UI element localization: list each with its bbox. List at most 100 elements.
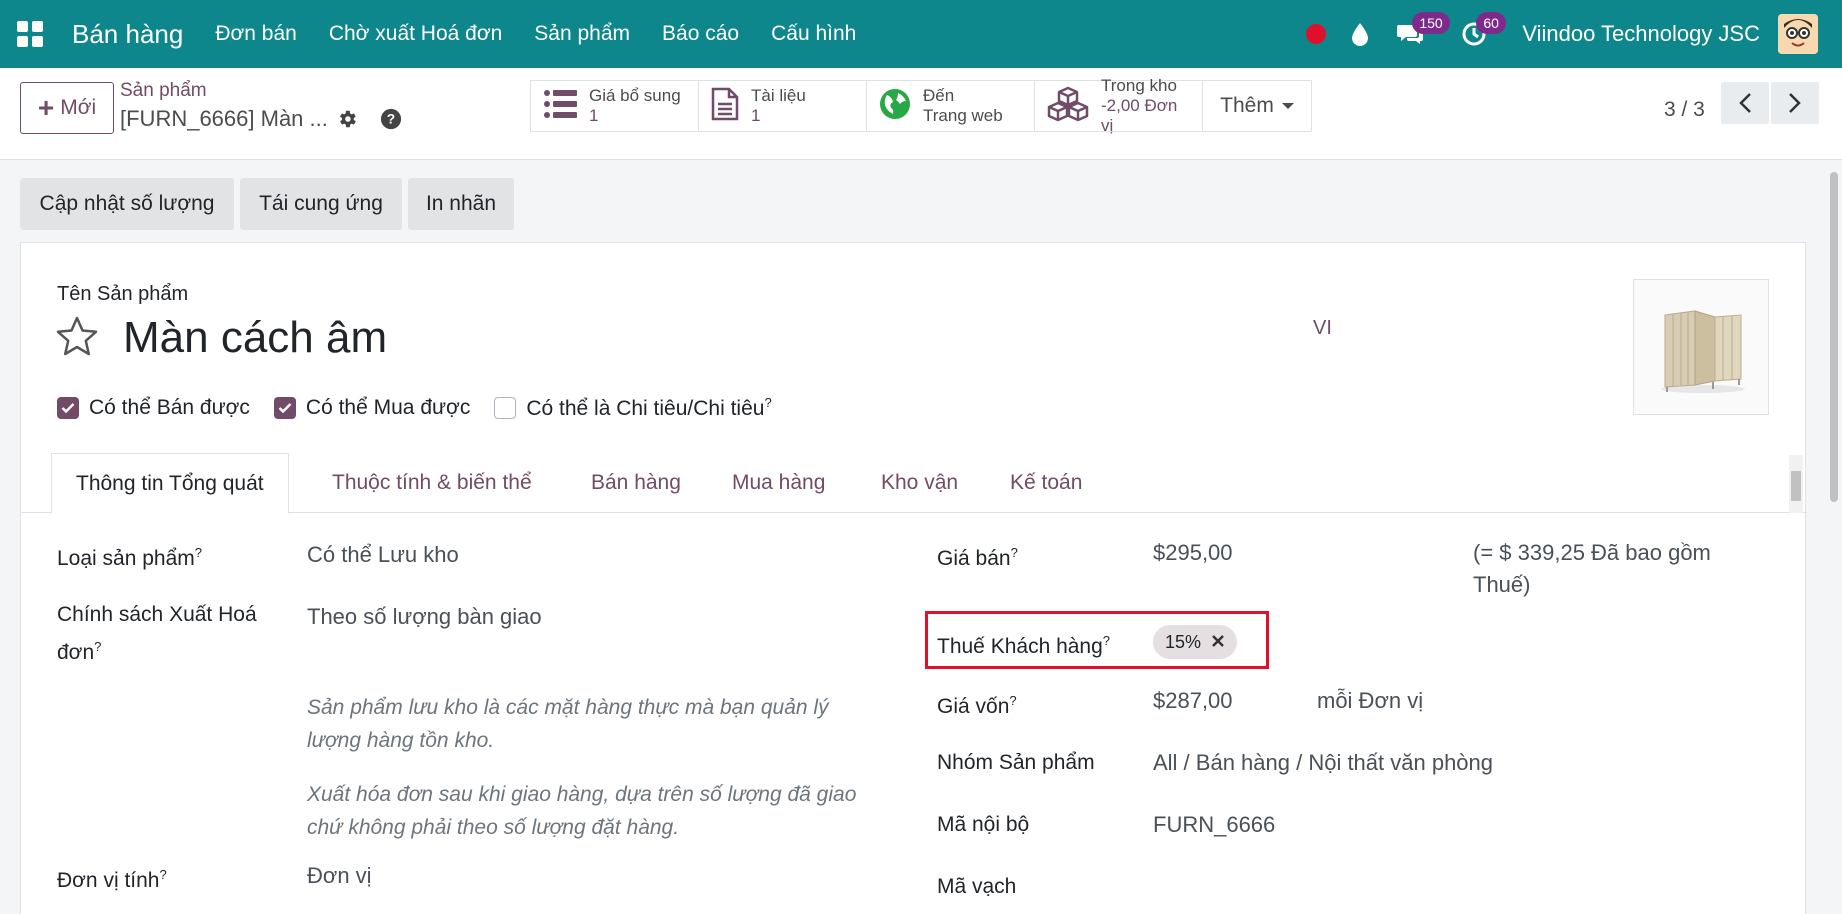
tab-general-information[interactable]: Thông tin Tổng quát [51, 453, 289, 514]
tab-attributes-variants[interactable]: Thuộc tính & biến thể [332, 453, 532, 513]
user-avatar[interactable] [1778, 14, 1818, 54]
help-marker[interactable]: ? [94, 639, 101, 654]
smart-value: 1 [589, 106, 599, 125]
help-marker[interactable]: ? [764, 395, 771, 410]
tax-included-line2: Thuế) [1473, 572, 1531, 597]
smart-button-documents[interactable]: Tài liệu 1 [699, 81, 867, 131]
activities-badge: 60 [1476, 12, 1506, 34]
app-brand[interactable]: Bán hàng [72, 19, 183, 50]
menu-item-to-invoice[interactable]: Chờ xuất Hoá đơn [313, 22, 518, 46]
product-type-field[interactable]: Có thể Lưu kho [307, 539, 459, 571]
product-name-field[interactable]: Màn cách âm [123, 313, 387, 363]
tax-tag-label: 15% [1165, 631, 1202, 652]
company-switcher[interactable]: Viindoo Technology JSC [1522, 21, 1760, 47]
invoice-policy-field[interactable]: Theo số lượng bàn giao [307, 601, 542, 633]
tab-inventory[interactable]: Kho vận [881, 453, 958, 513]
checkbox-label: Có thể là Chi tiêu/Chi tiêu? [526, 395, 772, 420]
sale-price-label: Giá bán? [937, 545, 1018, 570]
cost-field[interactable]: $287,00 [1153, 685, 1233, 717]
help-marker[interactable]: ? [195, 545, 202, 560]
language-button[interactable]: VI [1313, 317, 1332, 340]
checkbox-checked-icon[interactable] [273, 397, 296, 419]
page-scrollbar[interactable] [1826, 160, 1842, 914]
messages-badge: 150 [1412, 12, 1450, 34]
uom-field[interactable]: Đơn vị [307, 860, 372, 892]
smart-value: Trang web [923, 106, 1003, 125]
menu-item-reporting[interactable]: Báo cáo [646, 22, 755, 46]
invoice-policy-label-line1: Chính sách Xuất Hoá [57, 603, 257, 626]
product-name-label: Tên Sản phẩm [57, 283, 189, 305]
notebook-tabs: Thông tin Tổng quát Thuộc tính & biến th… [21, 453, 1807, 514]
help-marker[interactable]: ? [1103, 633, 1110, 648]
plus-icon: + [37, 92, 55, 123]
tab-sales[interactable]: Bán hàng [591, 453, 681, 513]
tax-included-line1: (= $ 339,25 Đã bao gồm [1473, 540, 1711, 565]
invoice-policy-help-line2: chứ không phải theo số lượng đặt hàng. [307, 816, 680, 839]
more-label: Thêm [1220, 94, 1274, 117]
help-marker[interactable]: ? [1009, 693, 1016, 708]
can-be-expensed-checkbox[interactable]: Có thể là Chi tiêu/Chi tiêu? [494, 395, 772, 421]
document-icon [711, 87, 739, 126]
internal-reference-field[interactable]: FURN_6666 [1153, 809, 1275, 841]
chat-icon[interactable]: 150 [1388, 0, 1450, 68]
customer-tax-tag[interactable]: 15% [1153, 625, 1238, 659]
menu-item-orders[interactable]: Đơn bán [199, 22, 313, 46]
product-image[interactable] [1633, 279, 1769, 415]
new-button[interactable]: + Mới [20, 82, 114, 134]
apps-menu-icon[interactable] [0, 0, 60, 68]
can-be-sold-checkbox[interactable]: Có thể Bán được [57, 395, 250, 421]
record-icon[interactable] [1294, 0, 1338, 68]
new-button-label: Mới [60, 96, 97, 119]
help-marker[interactable]: ? [1011, 545, 1018, 560]
smart-title: Trong kho [1101, 76, 1177, 95]
remove-tag-icon[interactable] [1211, 632, 1225, 653]
checkbox-checked-icon[interactable] [57, 397, 79, 419]
invoice-policy-label-line2: đơn? [57, 639, 102, 664]
pager-next-button[interactable] [1771, 82, 1819, 124]
activity-clock-icon[interactable]: 60 [1452, 0, 1506, 68]
breadcrumb-parent[interactable]: Sản phẩm [120, 80, 207, 102]
replenish-button[interactable]: Tái cung ứng [240, 178, 402, 230]
cost-unit-text: mỗi Đơn vị [1317, 688, 1424, 713]
caret-down-icon [1281, 103, 1294, 109]
form-sheet: Tên Sản phẩm Màn cách âm VI Có thể Bán đ… [20, 242, 1807, 914]
smart-button-extra-prices[interactable]: Giá bổ sung 1 [531, 81, 699, 131]
smart-button-on-hand[interactable]: Trong kho -2,00 Đơn vị [1035, 76, 1203, 135]
smart-title: Đến [923, 86, 955, 105]
pager-value[interactable]: 3 / 3 [1664, 98, 1705, 122]
star-icon[interactable] [55, 315, 99, 362]
tabs-scrollbar[interactable] [1789, 455, 1803, 513]
can-be-purchased-checkbox[interactable]: Có thể Mua được [273, 395, 471, 421]
help-icon[interactable]: ? [380, 108, 402, 135]
product-flags: Có thể Bán được Có thể Mua được Có thể l… [57, 395, 772, 421]
help-marker[interactable]: ? [159, 867, 166, 882]
smart-button-website[interactable]: Đến Trang web [867, 81, 1035, 131]
product-category-label: Nhóm Sản phẩm [937, 751, 1095, 774]
update-quantity-button[interactable]: Cập nhật số lượng [20, 178, 234, 230]
checkbox-label: Có thể Mua được [305, 396, 471, 419]
drop-icon[interactable] [1338, 0, 1382, 68]
tab-purchase[interactable]: Mua hàng [732, 453, 825, 513]
svg-text:?: ? [387, 112, 395, 127]
menu-item-configuration[interactable]: Cấu hình [755, 22, 872, 46]
product-type-help-line2: lượng hàng tồn kho. [307, 729, 495, 752]
product-type-label: Loại sản phẩm? [57, 545, 202, 570]
more-dropdown[interactable]: Thêm [1203, 81, 1311, 131]
sale-price-field[interactable]: $295,00 [1153, 537, 1233, 569]
smart-buttons: Giá bổ sung 1 Tài liệu 1 Đến Trang web Tron… [530, 76, 1312, 135]
product-category-field[interactable]: All / Bán hàng / Nội thất văn phòng [1153, 747, 1493, 779]
menu-item-products[interactable]: Sản phẩm [518, 22, 646, 46]
breadcrumb-current: [FURN_6666] Màn ... [120, 106, 328, 131]
gear-icon[interactable] [336, 108, 358, 135]
pager-previous-button[interactable] [1721, 82, 1769, 124]
tab-accounting[interactable]: Kế toán [1010, 453, 1082, 513]
list-icon [543, 89, 577, 124]
control-panel: + Mới Sản phẩm [FURN_6666] Màn ... ? Giá… [0, 68, 1842, 160]
print-labels-button[interactable]: In nhãn [408, 178, 514, 230]
checkbox-unchecked-icon[interactable] [494, 397, 517, 419]
product-type-help-line1: Sản phẩm lưu kho là các mặt hàng thực mà… [307, 696, 829, 719]
navbar-systray: 150 60 Viindoo Technology JSC [1294, 0, 1842, 68]
internal-reference-label: Mã nội bộ [937, 813, 1030, 836]
smart-value: 1 [751, 106, 761, 125]
smart-title: Tài liệu [751, 86, 806, 105]
